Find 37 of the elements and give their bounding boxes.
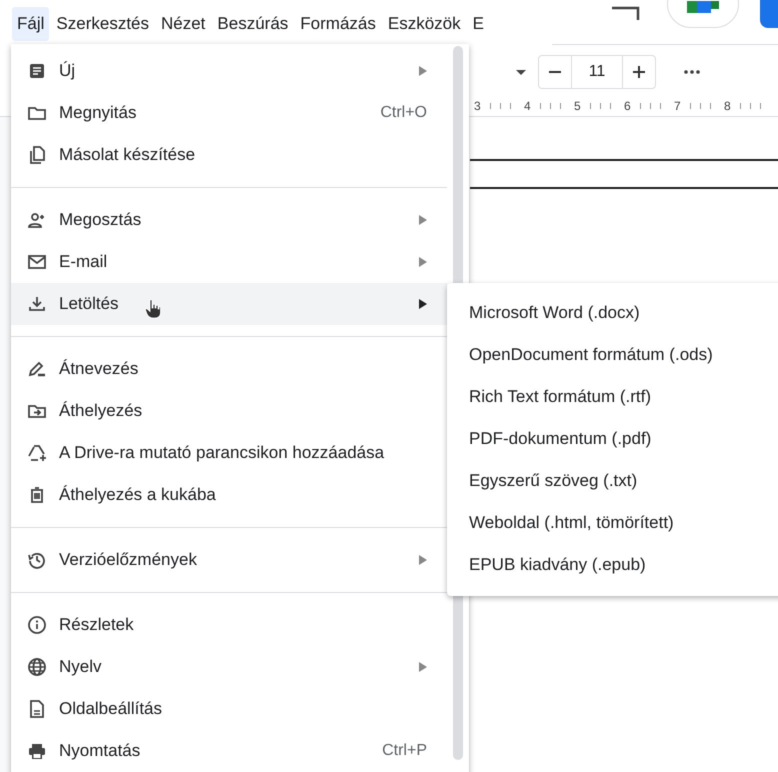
submenu-item[interactable]: PDF-dokumentum (.pdf) <box>447 418 778 460</box>
menu-item[interactable]: E-mail <box>11 241 447 283</box>
menu-item[interactable]: Új <box>11 50 447 92</box>
menu-tab[interactable]: Eszközök <box>382 7 466 41</box>
menu-item[interactable]: Részletek <box>11 604 447 646</box>
ruler-number: 3 <box>474 99 481 113</box>
ruler-number: 8 <box>724 99 731 113</box>
menu-tab[interactable]: E <box>468 7 489 41</box>
menu-item[interactable]: Áthelyezés a kukába <box>11 474 447 516</box>
menu-tab[interactable]: Beszúrás <box>212 7 294 41</box>
menu-item[interactable]: Letöltés <box>11 283 447 325</box>
submenu-item[interactable]: Microsoft Word (.docx) <box>447 292 778 334</box>
ruler-number: 7 <box>674 99 681 113</box>
menu-item[interactable]: Oldalbeállítás <box>11 688 447 730</box>
ruler-number: 5 <box>574 99 581 113</box>
submenu-item[interactable]: Egyszerű szöveg (.txt) <box>447 460 778 502</box>
menu-item[interactable]: A Drive-ra mutató parancsikon hozzáadása <box>11 432 447 474</box>
menu-item[interactable]: Nyelv <box>11 646 447 688</box>
menu-item[interactable]: Másolat készítése <box>11 134 447 176</box>
submenu-item[interactable]: Rich Text formátum (.rtf) <box>447 376 778 418</box>
menu-item[interactable]: Nyomtatás Ctrl+P <box>11 730 447 772</box>
submenu-item[interactable]: OpenDocument formátum (.ods) <box>447 334 778 376</box>
ruler-number: 6 <box>624 99 631 113</box>
ruler-number: 4 <box>524 99 531 113</box>
shortcut-label: Ctrl+O <box>380 104 427 122</box>
submenu-item[interactable]: Weboldal (.html, tömörített) <box>447 502 778 544</box>
menu-tab[interactable]: Nézet <box>156 7 210 41</box>
submenu-item[interactable]: EPUB kiadvány (.epub) <box>447 544 778 586</box>
menu-tab[interactable]: Formázás <box>295 7 381 41</box>
menu-tab[interactable]: Fájl <box>12 7 50 41</box>
menu-item[interactable]: Áthelyezés <box>11 390 447 432</box>
menu-item[interactable]: Verzióelőzmények <box>11 539 447 581</box>
menu-item[interactable]: Megnyitás Ctrl+O <box>11 92 447 134</box>
menu-item[interactable]: Megosztás <box>11 199 447 241</box>
shortcut-label: Ctrl+P <box>382 742 427 760</box>
menu-tab[interactable]: Szerkesztés <box>51 7 154 41</box>
menu-item[interactable]: Átnevezés <box>11 348 447 390</box>
